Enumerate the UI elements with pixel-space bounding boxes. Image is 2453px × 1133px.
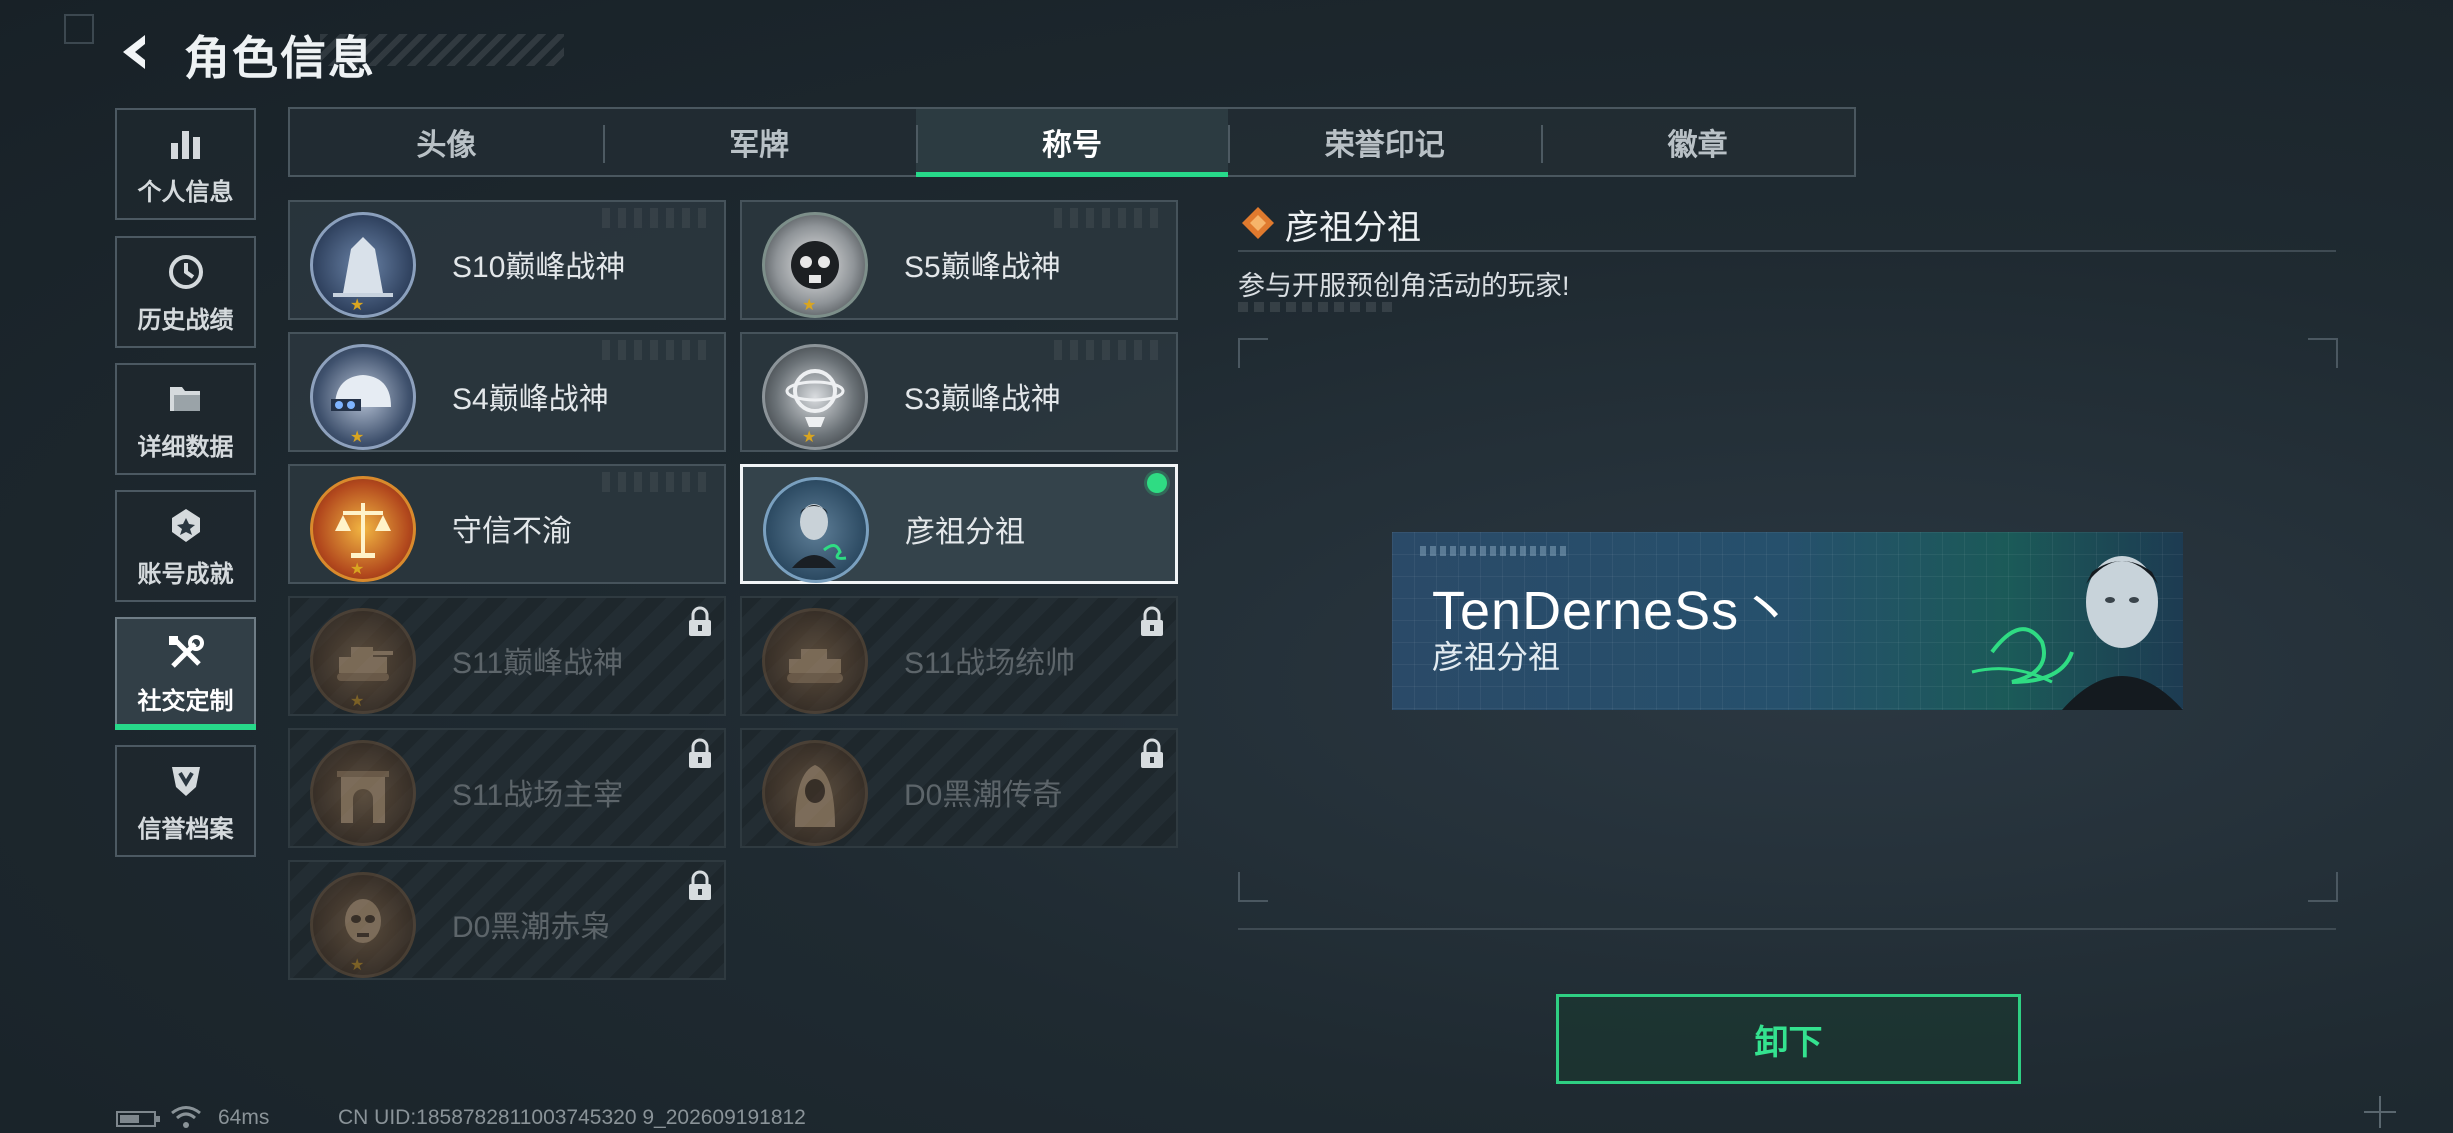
title-card[interactable]: ★ S10巅峰战神 (288, 200, 726, 320)
star-icon: ★ (350, 561, 365, 578)
title-card-selected[interactable]: 彦祖分祖 (740, 464, 1178, 584)
back-button[interactable] (110, 26, 162, 78)
back-arrow-icon (123, 35, 145, 69)
title-card[interactable]: ★ S3巅峰战神 (740, 332, 1178, 452)
lock-icon (689, 870, 711, 900)
tab-avatar[interactable]: 头像 (290, 109, 603, 175)
detail-description: 参与开服预创角活动的玩家! (1238, 271, 1570, 301)
equipped-indicator-icon (1147, 473, 1167, 493)
nav-active-indicator (115, 724, 256, 730)
card-decoration (602, 340, 712, 360)
title-card-locked[interactable]: S11战场统帅 (740, 596, 1178, 716)
tab-badge[interactable]: 徽章 (1541, 109, 1854, 175)
unequip-label: 卸下 (1754, 1023, 1823, 1062)
title-card[interactable]: ★ 守信不渝 (288, 464, 726, 584)
nav-item-social-custom[interactable]: 社交定制 (115, 617, 256, 729)
card-decoration (602, 472, 712, 492)
title-name: 守信不渝 (452, 515, 572, 548)
star-icon: ★ (350, 693, 365, 710)
title-card[interactable]: ★ S4巅峰战神 (288, 332, 726, 452)
star-icon: ★ (350, 429, 365, 446)
detail-title: 彦祖分祖 (1285, 209, 1421, 247)
uid-text: CN UID:1858782811003745320 9_20260919181… (338, 1106, 806, 1129)
star-icon: ★ (802, 297, 817, 314)
title-banner-preview: TenDerneSs丶 彦祖分祖 (1392, 532, 2183, 710)
tools-icon (164, 631, 208, 675)
title-name: S5巅峰战神 (904, 251, 1061, 284)
lock-icon (689, 738, 711, 768)
title-name: S11战场主宰 (452, 779, 624, 812)
lock-icon (1141, 738, 1163, 768)
title-card[interactable]: ★ S5巅峰战神 (740, 200, 1178, 320)
arch-emblem-icon (310, 740, 416, 846)
unequip-button[interactable]: 卸下 (1556, 994, 2021, 1084)
nav-item-achievements[interactable]: 账号成就 (115, 490, 256, 602)
banner-title: 彦祖分祖 (1432, 639, 1561, 675)
lock-icon (1141, 606, 1163, 636)
tab-title[interactable]: 称号 (915, 109, 1229, 177)
tab-bar: 头像 军牌 称号 荣誉印记 徽章 (288, 107, 1856, 177)
banner-header-decoration (1420, 546, 1570, 556)
divider (1238, 928, 2336, 930)
card-decoration (1054, 208, 1164, 228)
detail-sub-decoration (1238, 302, 1398, 312)
battery-level (120, 1115, 140, 1123)
star-icon: ★ (350, 957, 365, 974)
nav-label: 个人信息 (137, 178, 234, 206)
nav-item-match-history[interactable]: 历史战绩 (115, 236, 256, 348)
medal-icon (164, 504, 208, 548)
page-title: 角色信息 (184, 32, 376, 84)
tab-dog-tag[interactable]: 军牌 (602, 109, 916, 175)
portrait-emblem-icon (763, 477, 869, 583)
corner-box (64, 14, 94, 44)
title-name: D0黑潮传奇 (904, 779, 1063, 812)
star-icon: ★ (350, 297, 365, 314)
nav-item-credit-record[interactable]: 信誉档案 (115, 745, 256, 857)
ping-text: 64ms (218, 1106, 270, 1129)
nav-label: 账号成就 (137, 560, 234, 588)
title-card-locked[interactable]: ★ S11巅峰战神 (288, 596, 726, 716)
corner-crosshair-icon (2364, 1096, 2396, 1128)
title-name: D0黑潮赤枭 (452, 911, 611, 944)
title-name: 彦祖分祖 (905, 516, 1025, 549)
nav-label: 社交定制 (137, 687, 234, 715)
nav-label: 历史战绩 (137, 306, 234, 334)
wifi-icon (171, 1106, 201, 1128)
card-decoration (1054, 340, 1164, 360)
hooded-emblem-icon (762, 740, 868, 846)
nav-label: 信誉档案 (137, 815, 234, 843)
nav-label: 详细数据 (137, 433, 234, 461)
lock-icon (689, 606, 711, 636)
title-card-locked[interactable]: ★ D0黑潮赤枭 (288, 860, 726, 980)
bar-chart-icon (164, 122, 208, 166)
title-name: S10巅峰战神 (452, 251, 626, 284)
title-name: S3巅峰战神 (904, 383, 1061, 416)
title-card-locked[interactable]: D0黑潮传奇 (740, 728, 1178, 848)
title-card-locked[interactable]: S11战场主宰 (288, 728, 726, 848)
shield-icon (164, 759, 208, 803)
battery-icon (116, 1111, 160, 1127)
nav-item-detailed-data[interactable]: 详细数据 (115, 363, 256, 475)
clock-icon (164, 250, 208, 294)
title-name: S11战场统帅 (904, 647, 1076, 680)
nav-item-personal-info[interactable]: 个人信息 (115, 108, 256, 220)
title-name: S4巅峰战神 (452, 383, 609, 416)
title-name: S11巅峰战神 (452, 647, 624, 680)
tab-honor-mark[interactable]: 荣誉印记 (1228, 109, 1541, 175)
folder-icon (164, 377, 208, 421)
divider (1238, 250, 2336, 252)
star-icon: ★ (802, 429, 817, 446)
tank-emblem-icon (762, 608, 868, 714)
portrait-illustration-icon (1971, 556, 2183, 710)
diamond-icon (1242, 207, 1274, 239)
card-decoration (602, 208, 712, 228)
